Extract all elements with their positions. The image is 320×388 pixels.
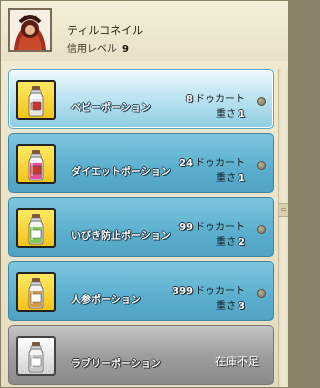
item-indicator-icon [257,161,266,170]
item-indicator-icon [257,97,266,106]
shop-item-list: ベビーポーション 8 ドゥカート 重さ 1 ダイエットポーション 24 ドゥカート 重… [8,69,274,387]
item-name: ダイエットポーション [71,167,171,178]
item-price-value: 24 [179,158,193,169]
item-weight-value: 1 [238,173,245,184]
item-price: 8 ドゥカート [159,90,245,105]
shop-window: ティルコネイル 信用レベル 9 ベビーポーション 8 ドゥカート 重さ 1 ダイエット… [0,0,289,388]
item-currency: ドゥカート [195,286,245,297]
item-price-value: 99 [179,222,193,233]
list-scrollbar[interactable] [278,69,288,387]
shop-item[interactable]: ダイエットポーション 24 ドゥカート 重さ 1 [8,133,274,193]
item-weight: 重さ 1 [159,169,245,184]
item-weight: 重さ 3 [159,297,245,312]
potion-bottle-graphic [28,278,44,309]
potion-bottle-graphic [28,150,44,181]
shop-item[interactable]: ラブリーポーション 在庫不足 [8,325,274,385]
item-price: 99 ドゥカート [159,218,245,233]
item-weight-label: 重さ [216,109,237,120]
item-currency: ドゥカート [195,158,245,169]
item-name: 人参ポーション [71,295,141,306]
item-price: 399 ドゥカート [159,282,245,297]
item-weight-value: 3 [238,301,245,312]
shop-header: ティルコネイル 信用レベル 9 [1,1,288,61]
item-weight: 重さ 1 [159,105,245,120]
item-price: 24 ドゥカート [159,154,245,169]
item-name: ラブリーポーション [71,359,161,370]
trust-level-label: 信用レベル [67,44,117,55]
item-price-value: 8 [186,94,193,105]
potion-bottle-icon [16,80,56,120]
npc-portrait-icon [8,8,52,52]
potion-bottle-icon [16,208,56,248]
potion-bottle-icon [16,336,56,376]
scrollbar-thumb[interactable] [279,203,288,217]
item-weight: 重さ 2 [159,233,245,248]
potion-bottle-graphic [28,342,44,373]
item-weight-label: 重さ [216,173,237,184]
potion-bottle-graphic [28,214,44,245]
item-weight-value: 2 [238,237,245,248]
item-indicator-icon [257,225,266,234]
item-weight-label: 重さ [216,237,237,248]
potion-bottle-icon [16,144,56,184]
item-currency: ドゥカート [195,222,245,233]
item-price-value: 399 [172,286,193,297]
potion-bottle-icon [16,272,56,312]
item-weight-label: 重さ [216,301,237,312]
item-currency: ドゥカート [195,94,245,105]
potion-bottle-graphic [28,86,44,117]
item-weight-value: 1 [238,109,245,120]
item-name: ベビーポーション [71,103,151,114]
shop-item[interactable]: 人参ポーション 399 ドゥカート 重さ 3 [8,261,274,321]
shop-item[interactable]: ベビーポーション 8 ドゥカート 重さ 1 [8,69,274,129]
shop-item[interactable]: いびき防止ポーション 99 ドゥカート 重さ 2 [8,197,274,257]
item-name: いびき防止ポーション [71,231,171,242]
item-indicator-icon [257,289,266,298]
npc-name: ティルコネイル [67,24,144,37]
item-stock-status: 在庫不足 [215,355,259,368]
trust-level: 信用レベル 9 [67,40,129,55]
trust-level-value: 9 [122,44,129,55]
